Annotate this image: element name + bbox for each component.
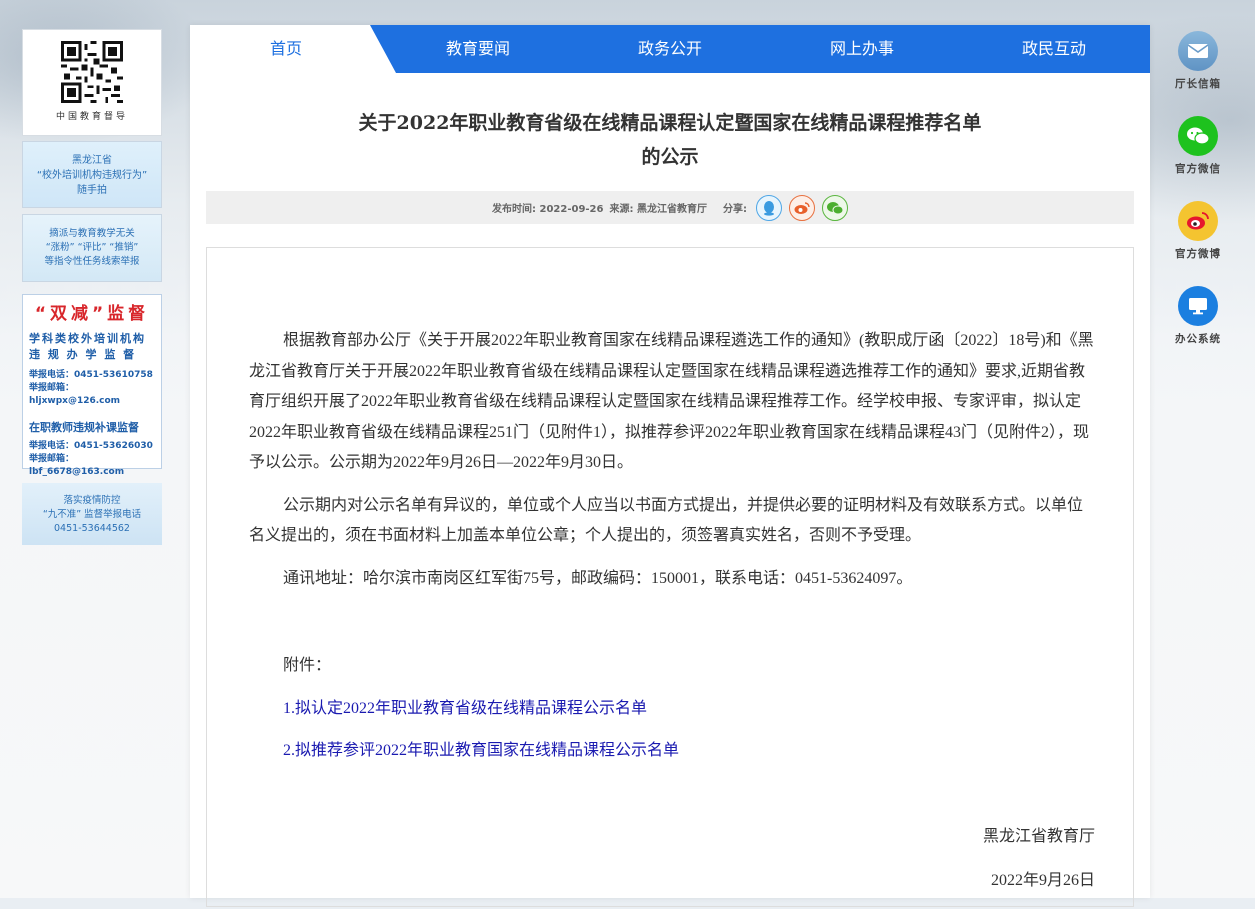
right-sidebar: 厅长信箱 官方微信 官方微博 办公系统 [1168,28,1228,368]
banner-report-tasks[interactable]: 摘派与教育教学无关 “涨粉” “评比” “推销” 等指令性任务线索举报 [22,214,162,282]
qq-share-icon[interactable] [755,194,782,221]
banner-line: 0451-53644562 [54,523,130,534]
official-wechat-link[interactable]: 官方微信 [1168,116,1228,198]
signature-date: 2022年9月26日 [990,872,1095,889]
article-content-box: 根据教育部办公厅《关于开展2022年职业教育国家在线精品课程遴选工作的通知》(教… [206,247,1134,907]
banner-email: 举报邮箱：lbf_6678@163.com [29,454,125,477]
banner-line: 等指令性任务线索举报 [44,256,140,267]
weibo-icon [1178,201,1218,241]
article-paragraph: 通讯地址：哈尔滨市南岗区红军街75号，邮政编码：150001，联系电话：0451… [283,569,913,587]
attachment-link-1[interactable]: 1.拟认定2022年职业教育省级在线精品课程公示名单 [283,700,647,717]
mail-icon [1178,31,1218,71]
banner-line: “校外培训机构违规行为” [36,170,148,181]
banner-email: 举报邮箱：hljxwpx@126.com [29,383,121,406]
banner-line: “涨粉” “评比” “推销” [45,242,139,253]
banner-line: 违 规 办 学 监 督 [29,348,137,361]
article-meta: 发布时间: 2022-09-26 来源: 黑龙江省教育厅 分享: [206,191,1134,224]
banner-line: 在职教师违规补课监督 [29,421,139,434]
nav-item-public-interaction[interactable]: 政民互动 [958,25,1150,73]
right-item-label: 办公系统 [1175,333,1221,345]
qr-code-icon [60,41,124,103]
banner-phone: 举报电话：0451-53626030 [29,441,153,451]
attachments-label: 附件： [283,657,332,674]
banner-phone: 举报电话：0451-53610758 [29,370,153,380]
banner-line: 落实疫情防控 [63,495,121,506]
director-mailbox-link[interactable]: 厅长信箱 [1168,31,1228,113]
attachment-item: 2.拟推荐参评2022年职业教育国家在线精品课程公示名单 [249,736,1095,767]
banner-epidemic-report[interactable]: 落实疫情防控 “九不准” 监督举报电话 0451-53644562 [22,483,162,545]
article-title: 关于2022年职业教育省级在线精品课程认定暨国家在线精品课程推荐名单 的公示 [190,106,1150,174]
article-paragraph: 公示期内对公示名单有异议的，单位或个人应当以书面方式提出，并提供必要的证明材料及… [249,496,1084,545]
signature-org: 黑龙江省教育厅 [982,827,1095,845]
office-system-link[interactable]: 办公系统 [1168,286,1228,368]
nav-item-government-affairs[interactable]: 政务公开 [574,25,766,73]
top-nav: 首页 教育要闻 政务公开 网上办事 政民互动 [190,25,1150,73]
article-paragraph: 根据教育部办公厅《关于开展2022年职业教育国家在线精品课程遴选工作的通知》(教… [249,332,1094,471]
attachment-item: 1.拟认定2022年职业教育省级在线精品课程公示名单 [249,694,1095,725]
banner-title: “双减”监督 [34,304,150,324]
right-item-label: 官方微博 [1175,248,1221,260]
title-line: 关于2022年职业教育省级在线精品课程认定暨国家在线精品课程推荐名单 [358,112,982,134]
banner-line: 随手拍 [77,185,107,196]
right-item-label: 厅长信箱 [1175,78,1221,90]
banner-double-reduction[interactable]: “双减”监督 学科类校外培训机构 违 规 办 学 监 督 举报电话：0451-5… [22,294,162,477]
article-body: 根据教育部办公厅《关于开展2022年职业教育国家在线精品课程遴选工作的通知》(教… [249,326,1095,909]
official-weibo-link[interactable]: 官方微博 [1168,201,1228,283]
title-line: 的公示 [641,146,699,168]
qr-card[interactable]: 中国教育督导 [22,29,162,136]
banner-report-training[interactable]: 黑龙江省 “校外培训机构违规行为” 随手拍 [22,141,162,208]
wechat-share-icon[interactable] [821,194,848,221]
nav-item-online-services[interactable]: 网上办事 [766,25,958,73]
share-label: 分享: [722,204,747,215]
article-source: 来源: 黑龙江省教育厅 [609,204,707,215]
publish-date: 发布时间: 2022-09-26 [492,204,604,215]
nav-item-education-news[interactable]: 教育要闻 [382,25,574,73]
banner-line: 学科类校外培训机构 [29,332,146,345]
banner-line: “九不准” 监督举报电话 [42,509,142,520]
weibo-share-icon[interactable] [788,194,815,221]
banner-line: 摘派与教育教学无关 [49,228,135,239]
qr-caption: 中国教育督导 [55,112,128,122]
main-panel: 首页 教育要闻 政务公开 网上办事 政民互动 关于2022年职业教育省级在线精品… [190,25,1150,907]
monitor-icon [1178,286,1218,326]
nav-item-home[interactable]: 首页 [190,25,382,73]
banner-line: 黑龙江省 [72,155,112,166]
left-sidebar: 中国教育督导 黑龙江省 “校外培训机构违规行为” 随手拍 摘派与教育教学无关 “… [22,29,162,545]
right-item-label: 官方微信 [1175,163,1221,175]
attachment-link-2[interactable]: 2.拟推荐参评2022年职业教育国家在线精品课程公示名单 [283,742,679,759]
wechat-icon [1178,116,1218,156]
